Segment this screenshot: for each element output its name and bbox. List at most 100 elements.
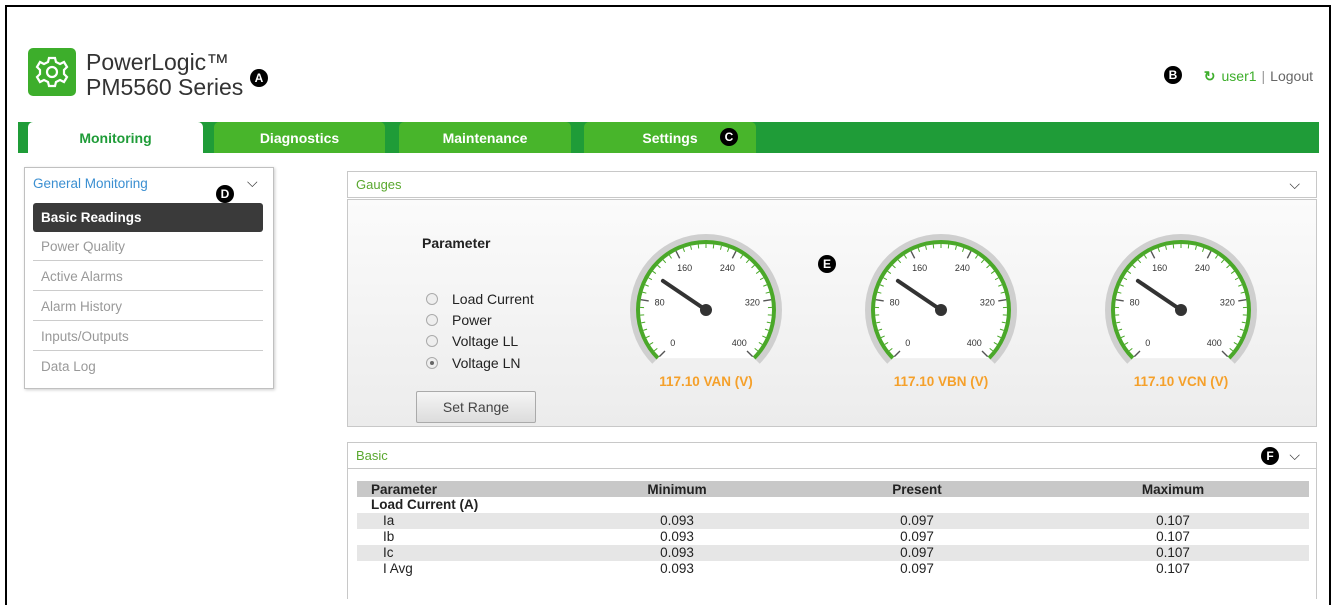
refresh-icon[interactable]: ↻ — [1204, 68, 1216, 84]
gauge-hub — [1175, 304, 1187, 316]
row-max: 0.107 — [1037, 545, 1309, 561]
set-range-button[interactable]: Set Range — [416, 391, 536, 423]
gauge-tick-label: 320 — [1220, 298, 1235, 308]
radio-label: Voltage LN — [452, 355, 521, 371]
radio-button-selected[interactable] — [426, 357, 438, 369]
gauge-tick-label: 0 — [670, 338, 675, 348]
sidebar-item-inputs-outputs[interactable]: Inputs/Outputs — [33, 322, 263, 351]
gauge-tick-label: 80 — [655, 298, 665, 308]
gauge-vbn-dial: 0 80 160 240 320 400 — [861, 230, 1021, 370]
row-name: Ib — [357, 529, 557, 545]
row-min: 0.093 — [557, 513, 797, 529]
tab-monitoring[interactable]: Monitoring — [28, 122, 203, 153]
basic-panel-header[interactable]: Basic ⌵ — [347, 442, 1317, 469]
gauge-tick-label: 80 — [890, 298, 900, 308]
radio-label: Voltage LL — [452, 333, 518, 349]
gauge-tick-label: 160 — [1152, 263, 1167, 273]
gauge-tick-label: 320 — [980, 298, 995, 308]
chevron-down-icon[interactable]: ⌵ — [1289, 176, 1300, 193]
separator: | — [1262, 68, 1266, 84]
brand-name: PowerLogic™ — [86, 50, 229, 74]
gauges-panel-title: Gauges — [356, 177, 402, 192]
gauge-hub — [935, 304, 947, 316]
gauge-tick-label: 240 — [720, 263, 735, 273]
user-name-link[interactable]: user1 — [1222, 68, 1257, 84]
sidebar-item-data-log[interactable]: Data Log — [33, 352, 263, 381]
table-section-row: Load Current (A) — [357, 497, 1309, 513]
callout-e: E — [818, 255, 836, 273]
parameter-title: Parameter — [422, 235, 491, 251]
gauge-tick-label: 240 — [955, 263, 970, 273]
sidebar-item-active-alarms[interactable]: Active Alarms — [33, 262, 263, 291]
chevron-down-icon[interactable]: ⌵ — [1289, 447, 1300, 464]
logout-link[interactable]: Logout — [1270, 68, 1313, 84]
sidebar-item-power-quality[interactable]: Power Quality — [33, 232, 263, 261]
radio-voltage-ll[interactable]: Voltage LL — [426, 331, 518, 351]
gauge-tick-label: 400 — [967, 338, 982, 348]
radio-voltage-ln[interactable]: Voltage LN — [426, 353, 521, 373]
row-present: 0.097 — [797, 513, 1037, 529]
row-present: 0.097 — [797, 545, 1037, 561]
column-header: Present — [797, 481, 1037, 497]
tab-maintenance[interactable]: Maintenance — [399, 122, 571, 153]
gauge-vcn: 080160240320400 — [1101, 230, 1261, 370]
callout-b: B — [1164, 66, 1182, 84]
section-label: Load Current (A) — [357, 497, 1309, 513]
gauge-vcn-label: 117.10 VCN (V) — [1101, 374, 1261, 389]
gauge-vbn-label: 117.10 VBN (V) — [861, 374, 1021, 389]
row-min: 0.093 — [557, 529, 797, 545]
callout-c: C — [720, 128, 738, 146]
gauge-tick-label: 240 — [1195, 263, 1210, 273]
gauge-tick-label: 400 — [732, 338, 747, 348]
gauge-vcn-dial: 080160240320400 — [1101, 230, 1261, 370]
callout-d: D — [216, 185, 234, 203]
tab-settings-label: Settings — [642, 130, 697, 146]
gauge-van-dial: 0 80 160 240 320 400 — [626, 230, 786, 370]
gauge-vbn: 0 80 160 240 320 400 — [861, 230, 1021, 370]
column-header: Minimum — [557, 481, 797, 497]
main-nav: Monitoring Diagnostics Maintenance Setti… — [18, 122, 1319, 153]
table-row: Ib 0.093 0.097 0.107 — [357, 529, 1309, 545]
table-row: Ic 0.093 0.097 0.107 — [357, 545, 1309, 561]
gauge-tick-label: 80 — [1130, 298, 1140, 308]
row-max: 0.107 — [1037, 561, 1309, 577]
radio-label: Load Current — [452, 291, 534, 307]
radio-button[interactable] — [426, 335, 438, 347]
sidebar-title[interactable]: General Monitoring — [33, 176, 148, 191]
radio-button[interactable] — [426, 293, 438, 305]
row-max: 0.107 — [1037, 513, 1309, 529]
gauge-tick-label: 320 — [745, 298, 760, 308]
basic-panel-title: Basic — [356, 448, 388, 463]
gauge-tick-label: 160 — [677, 263, 692, 273]
sidebar: General Monitoring ⌵ Basic Readings Powe… — [24, 167, 274, 389]
row-present: 0.097 — [797, 561, 1037, 577]
row-min: 0.093 — [557, 561, 797, 577]
row-name: I Avg — [357, 561, 557, 577]
radio-label: Power — [452, 312, 492, 328]
sidebar-item-basic-readings[interactable]: Basic Readings — [33, 203, 263, 232]
basic-readings-table: Parameter Minimum Present Maximum Load C… — [357, 481, 1309, 577]
gauge-tick-label: 0 — [905, 338, 910, 348]
gear-icon — [28, 48, 76, 96]
callout-a: A — [250, 69, 268, 87]
radio-button[interactable] — [426, 314, 438, 326]
row-name: Ia — [357, 513, 557, 529]
column-header: Parameter — [357, 481, 557, 497]
table-header-row: Parameter Minimum Present Maximum — [357, 481, 1309, 497]
row-name: Ic — [357, 545, 557, 561]
row-present: 0.097 — [797, 529, 1037, 545]
gauge-van: 0 80 160 240 320 400 — [626, 230, 786, 370]
table-row: I Avg 0.093 0.097 0.107 — [357, 561, 1309, 577]
radio-power[interactable]: Power — [426, 310, 492, 330]
gauge-tick-label: 400 — [1207, 338, 1222, 348]
callout-f: F — [1261, 447, 1279, 465]
gauges-panel-header[interactable]: Gauges ⌵ — [347, 171, 1317, 198]
row-max: 0.107 — [1037, 529, 1309, 545]
column-header: Maximum — [1037, 481, 1309, 497]
gauge-hub — [700, 304, 712, 316]
gauge-tick-label: 160 — [912, 263, 927, 273]
sidebar-item-alarm-history[interactable]: Alarm History — [33, 292, 263, 321]
chevron-down-icon[interactable]: ⌵ — [247, 174, 258, 191]
tab-diagnostics[interactable]: Diagnostics — [214, 122, 385, 153]
radio-load-current[interactable]: Load Current — [426, 289, 534, 309]
